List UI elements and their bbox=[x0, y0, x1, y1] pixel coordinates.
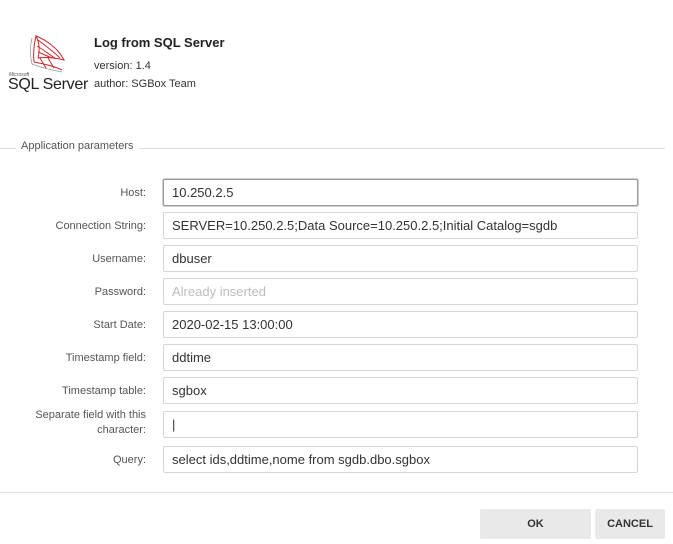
username-label: Username: bbox=[92, 253, 146, 265]
timestamp-field-input[interactable] bbox=[163, 344, 638, 371]
username-input[interactable] bbox=[163, 245, 638, 272]
app-title: Log from SQL Server bbox=[94, 35, 225, 50]
password-row: Password: bbox=[0, 278, 673, 306]
timestamp-table-input[interactable] bbox=[163, 377, 638, 404]
application-parameters-section: Application parameters bbox=[0, 140, 665, 156]
ok-button[interactable]: OK bbox=[480, 509, 591, 539]
separator-row: Separate field with this character: bbox=[0, 409, 673, 439]
start-date-label: Start Date: bbox=[93, 319, 146, 331]
query-input[interactable] bbox=[163, 446, 638, 473]
host-input[interactable] bbox=[163, 179, 638, 206]
password-label: Password: bbox=[94, 286, 146, 298]
timestamp-field-row: Timestamp field: bbox=[0, 344, 673, 372]
logo-product-text: SQL Server bbox=[8, 76, 88, 93]
host-label: Host: bbox=[120, 187, 146, 199]
section-legend: Application parameters bbox=[16, 140, 139, 152]
timestamp-table-label: Timestamp table: bbox=[62, 385, 146, 397]
connection-string-row: Connection String: bbox=[0, 212, 673, 240]
password-input[interactable] bbox=[163, 278, 638, 305]
app-version: version: 1.4 bbox=[94, 60, 151, 72]
separator-input[interactable] bbox=[163, 411, 638, 438]
footer-divider bbox=[0, 492, 673, 493]
timestamp-field-label: Timestamp field: bbox=[65, 352, 146, 364]
query-label: Query: bbox=[112, 454, 146, 466]
application-dialog: Microsoft SQL Server Log from SQL Server… bbox=[0, 0, 673, 544]
app-header: Microsoft SQL Server Log from SQL Server… bbox=[0, 30, 673, 100]
separator-label: Separate field with this character: bbox=[35, 409, 146, 436]
connection-string-label: Connection String: bbox=[55, 220, 147, 232]
app-author: author: SGBox Team bbox=[94, 78, 196, 90]
sql-server-logo: Microsoft SQL Server bbox=[6, 30, 88, 98]
username-row: Username: bbox=[0, 245, 673, 273]
start-date-row: Start Date: bbox=[0, 311, 673, 339]
query-row: Query: bbox=[0, 446, 673, 474]
sql-server-logo-icon bbox=[30, 35, 65, 73]
start-date-input[interactable] bbox=[163, 311, 638, 338]
host-row: Host: bbox=[0, 179, 673, 207]
connection-string-input[interactable] bbox=[163, 212, 638, 239]
cancel-button[interactable]: CANCEL bbox=[595, 509, 665, 539]
timestamp-table-row: Timestamp table: bbox=[0, 377, 673, 405]
